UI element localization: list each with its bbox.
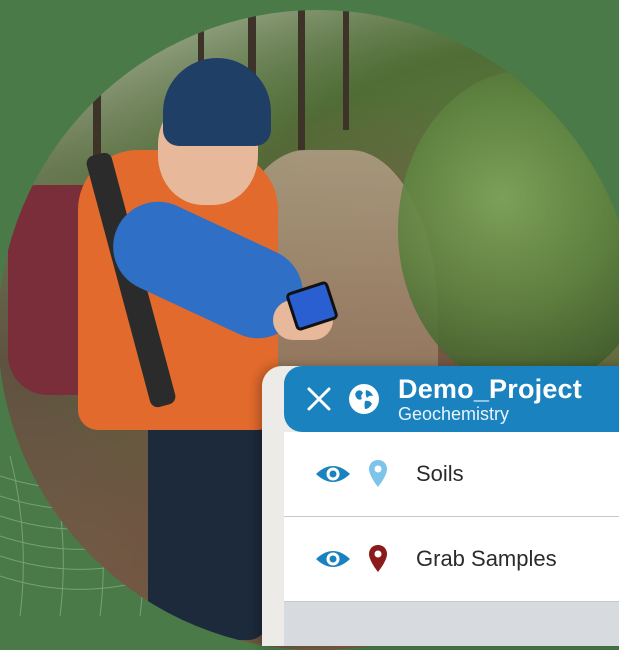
location-pin-icon [369,545,387,572]
beanie-hat [163,58,271,146]
layer-list: Soils Grab Samples [284,432,619,602]
layer-label: Soils [416,461,464,486]
project-name: Demo_Project [398,374,582,404]
close-button[interactable] [304,384,334,414]
eye-icon[interactable] [314,547,352,571]
hiker-legs [148,410,268,640]
layers-panel: Demo_Project Geochemistry Soils Grab Sam… [262,366,619,646]
close-icon [307,387,331,411]
layer-label: Grab Samples [416,546,557,571]
panel-footer [284,602,619,646]
layer-row-grab-samples[interactable]: Grab Samples [284,517,619,602]
layer-row-soils[interactable]: Soils [284,432,619,517]
location-pin-icon [369,460,387,487]
project-subtitle: Geochemistry [398,404,510,424]
project-header: Demo_Project Geochemistry [284,366,619,432]
globe-icon [349,384,379,414]
eye-icon[interactable] [314,462,352,486]
